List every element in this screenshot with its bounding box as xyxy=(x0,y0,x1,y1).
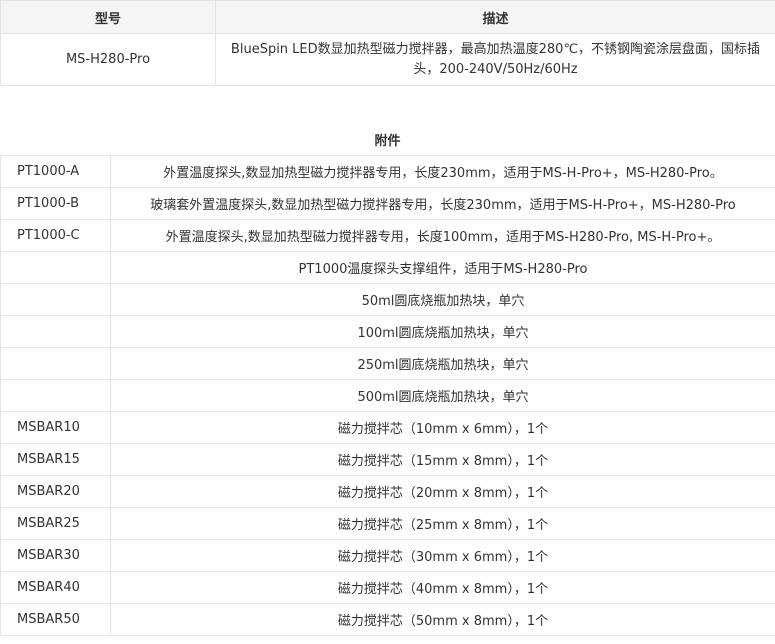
accessory-model-cell: MSBAR50 xyxy=(0,603,111,636)
accessory-description-cell: 100ml圆底烧瓶加热块，单穴 xyxy=(110,315,775,348)
accessory-model-cell xyxy=(0,283,111,316)
accessory-description-cell: 外置温度探头,数显加热型磁力搅拌器专用，长度100mm，适用于MS-H280-P… xyxy=(110,219,775,252)
table-row: 250ml圆底烧瓶加热块，单穴 xyxy=(0,347,775,380)
accessory-description-cell: 玻璃套外置温度探头,数显加热型磁力搅拌器专用，长度230mm，适用于MS-H-P… xyxy=(110,187,775,220)
accessory-description-cell: 250ml圆底烧瓶加热块，单穴 xyxy=(110,347,775,380)
product-table: 型号 描述 MS-H280-Pro BlueSpin LED数显加热型磁力搅拌器… xyxy=(0,0,775,86)
accessories-table: PT1000-A 外置温度探头,数显加热型磁力搅拌器专用，长度230mm，适用于M… xyxy=(0,155,775,636)
description-column-header: 描述 xyxy=(215,0,775,34)
table-row: 500ml圆底烧瓶加热块，单穴 xyxy=(0,379,775,412)
table-row: PT1000-A 外置温度探头,数显加热型磁力搅拌器专用，长度230mm，适用于M… xyxy=(0,155,775,188)
table-row: PT1000-B 玻璃套外置温度探头,数显加热型磁力搅拌器专用，长度230mm，适… xyxy=(0,187,775,220)
model-column-header: 型号 xyxy=(0,0,216,34)
accessory-description-cell: 外置温度探头,数显加热型磁力搅拌器专用，长度230mm，适用于MS-H-Pro+… xyxy=(110,155,775,188)
table-row: PT1000温度探头支撑组件，适用于MS-H280-Pro xyxy=(0,251,775,284)
accessory-description-cell: PT1000温度探头支撑组件，适用于MS-H280-Pro xyxy=(110,251,775,284)
accessory-model-cell xyxy=(0,315,111,348)
accessory-description-cell: 磁力搅拌芯（25mm x 8mm），1个 xyxy=(110,507,775,540)
table-row: 100ml圆底烧瓶加热块，单穴 xyxy=(0,315,775,348)
accessory-model-cell: PT1000-B xyxy=(0,187,111,220)
accessory-model-cell xyxy=(0,379,111,412)
accessory-model-cell: MSBAR20 xyxy=(0,475,111,508)
accessory-description-cell: 磁力搅拌芯（20mm x 8mm），1个 xyxy=(110,475,775,508)
product-table-header: 型号 描述 xyxy=(0,0,775,34)
accessory-description-cell: 磁力搅拌芯（50mm x 8mm），1个 xyxy=(110,603,775,636)
accessory-model-cell: MSBAR25 xyxy=(0,507,111,540)
accessory-description-cell: 磁力搅拌芯（10mm x 6mm），1个 xyxy=(110,411,775,444)
product-model-cell: MS-H280-Pro xyxy=(0,33,216,86)
accessory-description-cell: 磁力搅拌芯（15mm x 8mm），1个 xyxy=(110,443,775,476)
accessories-title: 附件 xyxy=(374,134,401,149)
accessory-model-cell: PT1000-A xyxy=(0,155,111,188)
table-row: 50ml圆底烧瓶加热块，单穴 xyxy=(0,283,775,316)
accessory-model-cell xyxy=(0,347,111,380)
table-row: MSBAR40 磁力搅拌芯（40mm x 8mm），1个 xyxy=(0,571,775,604)
table-row: MSBAR20 磁力搅拌芯（20mm x 8mm），1个 xyxy=(0,475,775,508)
accessory-model-cell: MSBAR10 xyxy=(0,411,111,444)
accessory-description-cell: 50ml圆底烧瓶加热块，单穴 xyxy=(110,283,775,316)
table-row: PT1000-C 外置温度探头,数显加热型磁力搅拌器专用，长度100mm，适用于M… xyxy=(0,219,775,252)
table-row: MS-H280-Pro BlueSpin LED数显加热型磁力搅拌器，最高加热温… xyxy=(0,33,775,86)
table-row: MSBAR25 磁力搅拌芯（25mm x 8mm），1个 xyxy=(0,507,775,540)
accessory-description-cell: 磁力搅拌芯（30mm x 6mm），1个 xyxy=(110,539,775,572)
product-description-cell: BlueSpin LED数显加热型磁力搅拌器，最高加热温度280℃，不锈钢陶瓷涂… xyxy=(215,33,775,86)
accessory-description-cell: 磁力搅拌芯（40mm x 8mm），1个 xyxy=(110,571,775,604)
accessory-model-cell: MSBAR40 xyxy=(0,571,111,604)
table-row: MSBAR15 磁力搅拌芯（15mm x 8mm），1个 xyxy=(0,443,775,476)
accessories-section: 附件 xyxy=(0,86,775,155)
accessory-model-cell: PT1000-C xyxy=(0,219,111,252)
table-row: MSBAR50 磁力搅拌芯（50mm x 8mm），1个 xyxy=(0,603,775,636)
accessory-model-cell xyxy=(0,251,111,284)
accessory-model-cell: MSBAR30 xyxy=(0,539,111,572)
table-row: MSBAR30 磁力搅拌芯（30mm x 6mm），1个 xyxy=(0,539,775,572)
accessory-model-cell: MSBAR15 xyxy=(0,443,111,476)
table-row: MSBAR10 磁力搅拌芯（10mm x 6mm），1个 xyxy=(0,411,775,444)
accessory-description-cell: 500ml圆底烧瓶加热块，单穴 xyxy=(110,379,775,412)
